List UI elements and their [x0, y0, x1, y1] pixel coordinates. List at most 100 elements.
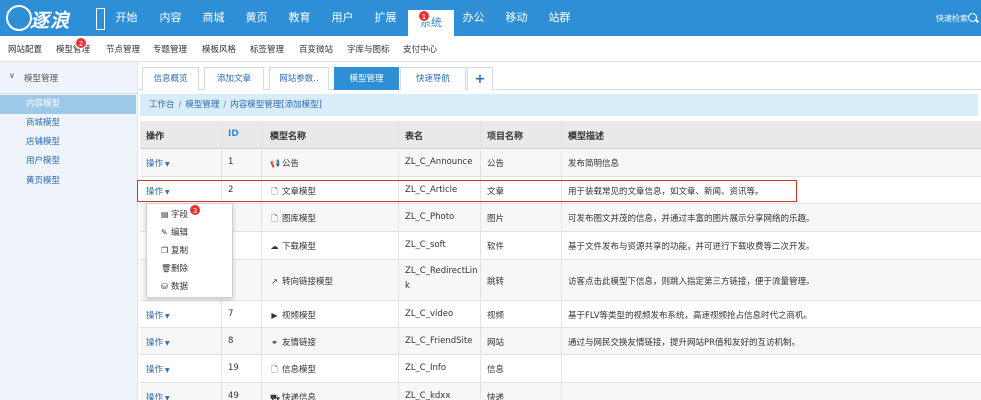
- subnav-item-topic-manage[interactable]: 专题管理: [153, 43, 187, 55]
- subnav-item-font-icon[interactable]: 字库与图标: [347, 43, 390, 55]
- cell-project-name: 快递: [487, 393, 505, 400]
- cell-model-name[interactable]: 🗋 信息模型: [270, 363, 316, 378]
- topnav-item-yellowpage[interactable]: 黄页: [238, 0, 275, 36]
- operation-dropdown-button[interactable]: 操作 ▼: [146, 363, 170, 375]
- sidebar-item-user-model[interactable]: 用户模型: [0, 152, 136, 171]
- breadcrumb-content-model[interactable]: 内容模型管理[添加模型]: [230, 100, 322, 110]
- cell-id: 49: [228, 391, 239, 400]
- table-icon: ▤: [161, 210, 169, 219]
- sidebar-divider: [0, 93, 138, 94]
- column-divider: [561, 121, 562, 400]
- subnav-item-site-config[interactable]: 网站配置: [8, 43, 42, 55]
- topnav-item-office[interactable]: 办公: [455, 0, 492, 36]
- file-image-icon: 🗋: [271, 214, 278, 223]
- header-id[interactable]: ID: [228, 129, 239, 139]
- header-project-name: 项目名称: [487, 132, 524, 142]
- menu-item-data[interactable]: ⛁ 数据: [161, 280, 188, 292]
- model-manage-badge: 2: [75, 37, 87, 49]
- file-icon: 🗋: [271, 365, 278, 374]
- cell-table-name: ZL_C_kdxx: [405, 391, 451, 400]
- cell-model-name[interactable]: 📢 公告: [270, 157, 299, 169]
- sidebar-item-yellowpage-model[interactable]: 黄页模型: [0, 172, 136, 191]
- breadcrumb-workbench[interactable]: 工作台: [149, 100, 175, 110]
- cell-model-name[interactable]: ⚭ 友情链接: [270, 336, 316, 348]
- topnav-item-education[interactable]: 教育: [281, 0, 318, 36]
- sidebar: ∨ 模型管理 内容模型 商城模型 店铺模型 用户模型 黄页模型: [0, 62, 138, 400]
- tab-site-params[interactable]: 网站参数..: [269, 67, 329, 90]
- database-icon: ⛁: [161, 282, 168, 291]
- operation-dropdown-button[interactable]: 操作 ▼: [146, 391, 170, 400]
- column-divider: [261, 121, 262, 400]
- cell-model-name[interactable]: ▶ 视频模型: [270, 309, 316, 321]
- cell-model-name[interactable]: 🗋 图库模型: [270, 212, 316, 227]
- tab-info-overview[interactable]: 信息概览: [142, 67, 199, 90]
- subnav-item-node-manage[interactable]: 节点管理: [106, 43, 140, 55]
- sub-navbar: 网站配置 模型管理 2 节点管理 专题管理 模板风格 标签管理 百变微站 字库与…: [0, 36, 981, 62]
- share-icon: ↗: [271, 277, 278, 286]
- sidebar-item-store-model[interactable]: 店铺模型: [0, 133, 136, 152]
- topnav-item-content[interactable]: 内容: [152, 0, 189, 36]
- subnav-item-micro-site[interactable]: 百变微站: [299, 43, 333, 55]
- subnav-item-template-style[interactable]: 模板风格: [202, 43, 236, 55]
- operation-dropdown-button[interactable]: 操作 ▼: [146, 157, 170, 169]
- caret-down-icon: ▼: [165, 340, 170, 347]
- header-table-name: 表名: [405, 132, 424, 142]
- topnav-item-sitegroup[interactable]: 站群: [541, 0, 578, 36]
- menu-item-fields[interactable]: ▤ 字段: [161, 208, 188, 220]
- cell-id: 7: [228, 309, 234, 319]
- menu-item-delete[interactable]: 🗑删除: [161, 262, 188, 274]
- cell-project-name: 网站: [487, 338, 505, 348]
- cell-project-name: 软件: [487, 242, 505, 252]
- tab-model-manage[interactable]: 模型管理: [334, 67, 399, 90]
- cell-project-name: 信息: [487, 365, 505, 375]
- zoomla-logo[interactable]: 逐浪: [6, 3, 106, 33]
- cell-model-name[interactable]: ☁ 下载模型: [270, 240, 317, 252]
- header-operation: 操作: [146, 132, 165, 142]
- highlight-annotation-box: [137, 180, 797, 202]
- sidebar-group-label: 模型管理: [24, 74, 59, 84]
- cell-project-name: 图片: [487, 214, 505, 224]
- topnav-item-users[interactable]: 用户: [324, 0, 361, 36]
- topnav-item-start[interactable]: 开始: [108, 0, 145, 36]
- subnav-item-payment[interactable]: 支付中心: [403, 43, 437, 55]
- sidebar-item-content-model[interactable]: 内容模型: [0, 95, 136, 114]
- cloud-download-icon: ☁: [270, 242, 279, 251]
- topnav-item-extend[interactable]: 扩展: [367, 0, 404, 36]
- topnav-item-shop[interactable]: 商城: [195, 0, 232, 36]
- tab-quick-nav[interactable]: 快速导航: [400, 67, 466, 90]
- chevron-down-icon: ∨: [9, 71, 15, 80]
- bullhorn-icon: 📢: [270, 159, 280, 168]
- sidebar-group-model-manage[interactable]: ∨ 模型管理: [0, 71, 138, 89]
- quick-search-label[interactable]: 快速检索: [936, 13, 968, 24]
- cell-id: 19: [228, 363, 239, 373]
- cell-model-desc: 基于FLV等类型的视频发布系统，高速视频抢占信息时代之商机。: [568, 311, 813, 321]
- top-navbar: 逐浪 开始 内容 商城 黄页 教育 用户 扩展 系统 1 办公 移动 站群 快速…: [0, 0, 981, 36]
- menu-item-edit[interactable]: ✎ 编辑: [161, 226, 188, 238]
- logo-ring: [6, 5, 32, 31]
- caret-down-icon: ▼: [165, 395, 170, 400]
- caret-down-icon: ▼: [165, 313, 170, 320]
- sidebar-item-shop-model[interactable]: 商城模型: [0, 114, 136, 133]
- cell-project-name: 跳转: [487, 277, 505, 287]
- cell-model-desc: 通过与网民交换友情链接，提升网站PR值和友好的互访机制。: [568, 338, 801, 348]
- model-table: 操作 ID 模型名称 表名 项目名称 模型描述 操作 ▼ 1 📢 公告 ZL_C_Anno…: [140, 121, 981, 400]
- copy-icon: ❐: [161, 246, 169, 255]
- topnav-item-mobile[interactable]: 移动: [498, 0, 535, 36]
- cell-model-name[interactable]: ⛟ 快递信息: [270, 391, 316, 400]
- cell-model-name[interactable]: ↗ 转向链接模型: [270, 275, 333, 287]
- car-icon: ⛟: [270, 393, 281, 400]
- cell-table-name: ZL_C_video: [405, 309, 454, 319]
- operation-dropdown-button[interactable]: 操作 ▼: [146, 336, 170, 348]
- topnav-item-system[interactable]: 系统: [408, 10, 454, 36]
- operation-dropdown-button[interactable]: 操作 ▼: [146, 309, 170, 321]
- cell-model-desc: 可发布图文并茂的信息，并通过丰富的图片展示分享网络的乐趣。: [568, 214, 815, 224]
- breadcrumb-model-manage[interactable]: 模型管理: [185, 100, 219, 110]
- menu-item-copy[interactable]: ❐ 复制: [161, 244, 188, 256]
- add-tab-button[interactable]: +: [467, 67, 493, 90]
- operation-dropdown-menu: ▤ 字段 3 ✎ 编辑 ❐ 复制 🗑删除 ⛁ 数据: [146, 203, 233, 298]
- search-icon[interactable]: [968, 13, 977, 22]
- tab-add-article[interactable]: 添加文章: [204, 67, 264, 90]
- breadcrumb: 工作台 / 模型管理 / 内容模型管理[添加模型]: [140, 94, 978, 116]
- subnav-item-tag-manage[interactable]: 标签管理: [250, 43, 284, 55]
- cell-model-desc: 发布简明信息: [568, 159, 620, 169]
